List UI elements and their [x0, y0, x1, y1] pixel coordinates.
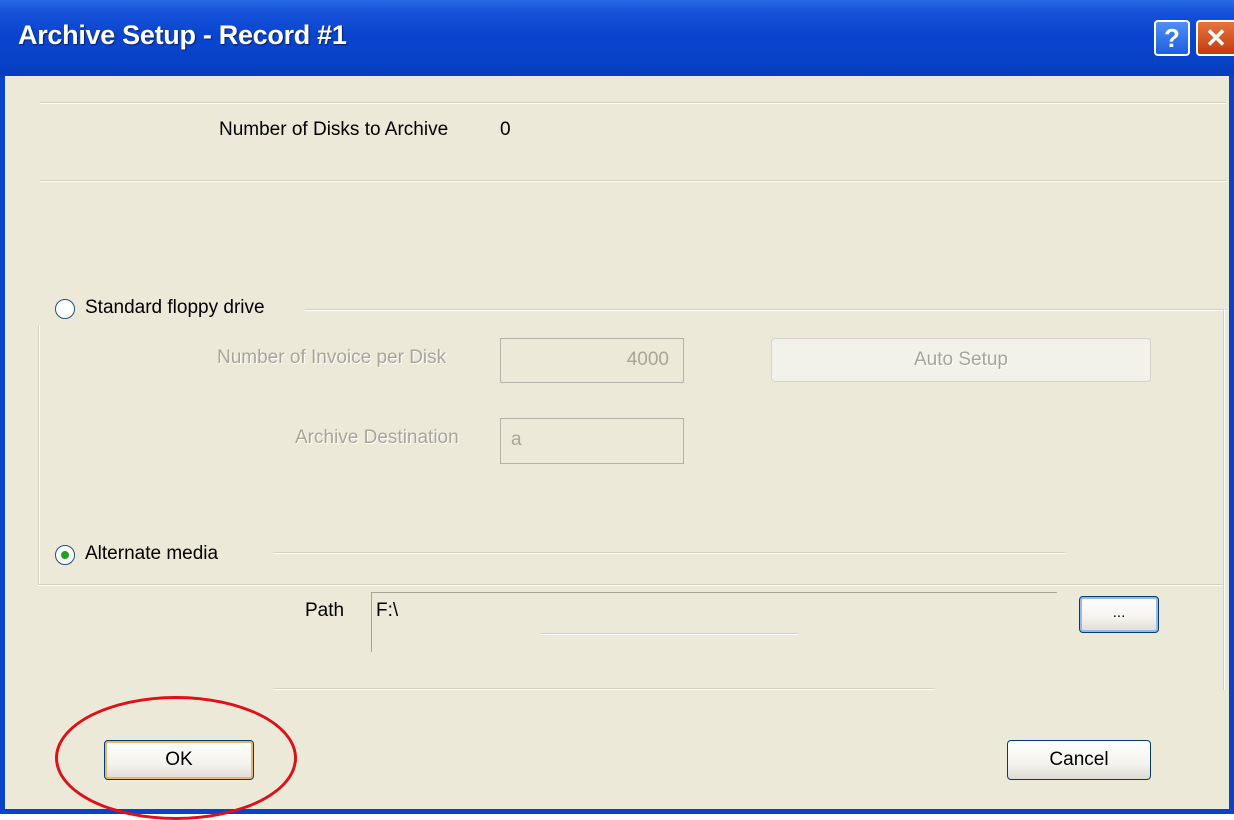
floppy-group-left [38, 326, 40, 584]
browse-button[interactable]: ... [1079, 596, 1159, 633]
window-title: Archive Setup - Record #1 [18, 20, 347, 50]
cancel-button[interactable]: Cancel [1007, 740, 1151, 780]
summary-top-divider [40, 102, 1226, 104]
summary-bottom-divider [40, 180, 1226, 182]
archive-destination-value: a [511, 429, 522, 450]
close-button[interactable]: ✕ [1196, 20, 1234, 56]
alternate-media-radio[interactable] [55, 545, 75, 565]
browse-label: ... [1112, 604, 1126, 621]
radio-selected-dot [61, 551, 69, 559]
help-icon: ? [1164, 22, 1180, 53]
invoices-per-disk-value: 4000 [626, 349, 669, 370]
floppy-group-top [305, 309, 1227, 311]
auto-setup-button[interactable]: Auto Setup [771, 338, 1151, 382]
path-value: F:\ [376, 600, 399, 621]
alternate-group-top [273, 552, 1065, 554]
floppy-group-bottom [38, 584, 1224, 586]
alternate-media-label[interactable]: Alternate media [85, 543, 218, 565]
auto-setup-label: Auto Setup [913, 349, 1009, 370]
cancel-label: Cancel [1049, 749, 1109, 770]
help-button[interactable]: ? [1154, 20, 1190, 56]
path-field[interactable]: F:\ [371, 592, 1057, 652]
path-field-underline [540, 633, 798, 635]
archive-destination-label: Archive Destination [295, 427, 459, 448]
disks-to-archive-label: Number of Disks to Archive [219, 119, 449, 140]
standard-floppy-label[interactable]: Standard floppy drive [85, 297, 265, 319]
alternate-group-right [1223, 560, 1225, 690]
path-label: Path [305, 600, 345, 621]
invoices-per-disk-label: Number of Invoice per Disk [217, 347, 447, 368]
floppy-group-right [1223, 309, 1225, 584]
standard-floppy-radio[interactable] [55, 299, 75, 319]
close-icon: ✕ [1205, 22, 1227, 53]
highlight-circle-annotation [55, 696, 297, 820]
title-bar[interactable]: Archive Setup - Record #1 ? ✕ [0, 0, 1234, 76]
archive-destination-field[interactable]: a [500, 418, 684, 464]
invoices-per-disk-field[interactable]: 4000 [500, 338, 684, 383]
disks-to-archive-value: 0 [500, 119, 511, 140]
alternate-group-bottom [273, 688, 935, 690]
archive-setup-dialog: Archive Setup - Record #1 ? ✕ Number of … [0, 0, 1234, 814]
